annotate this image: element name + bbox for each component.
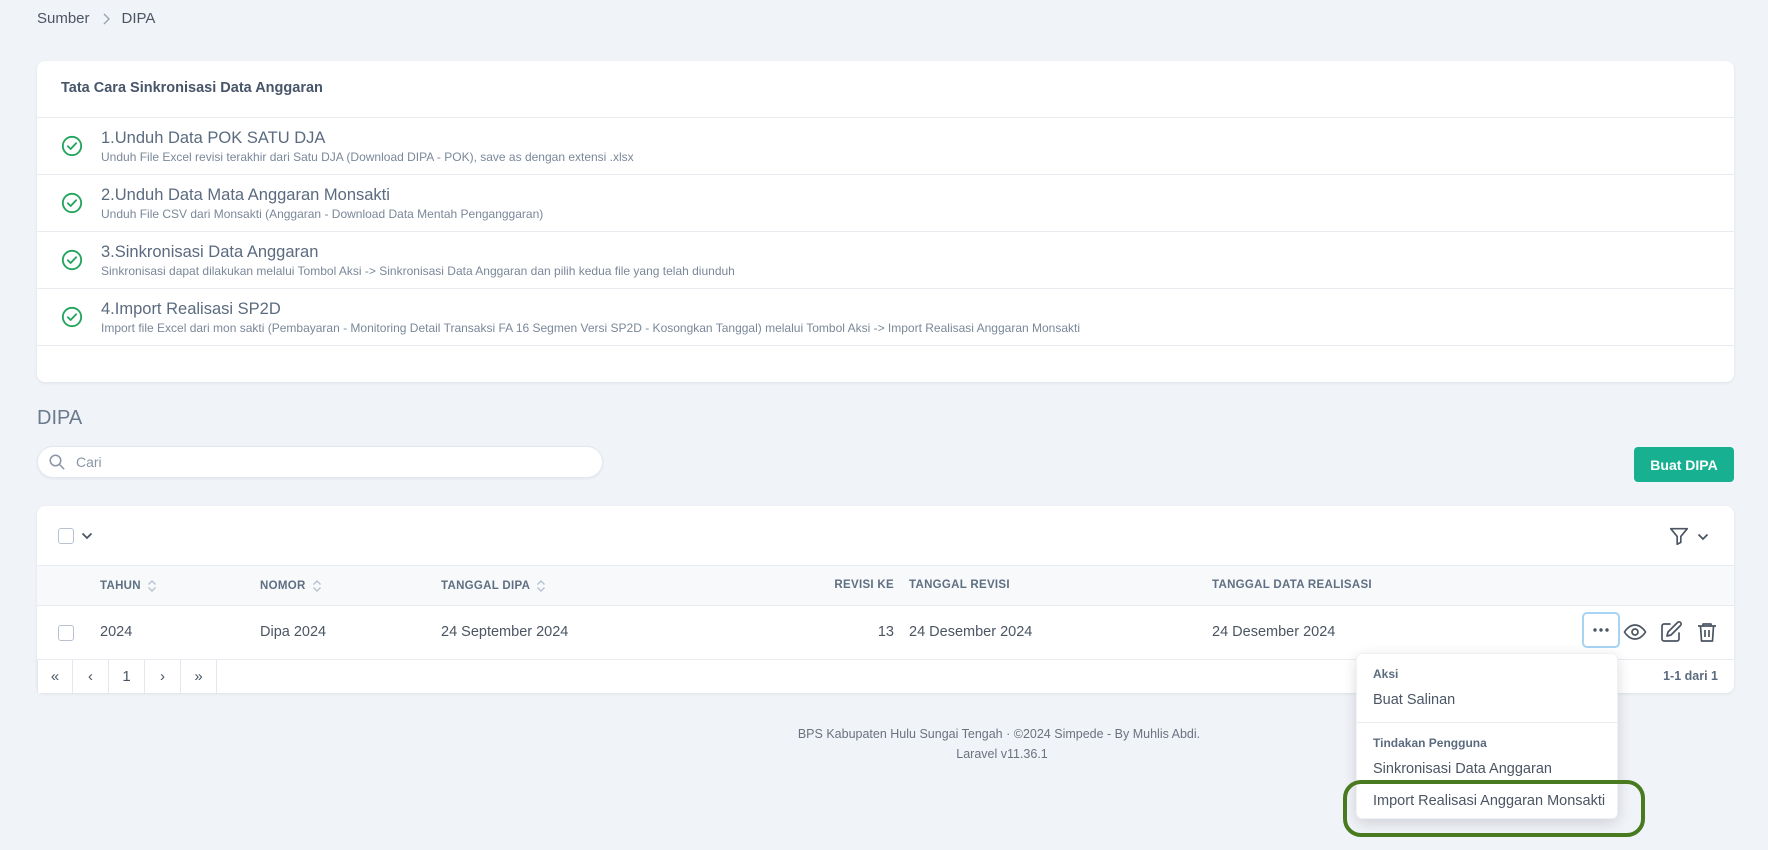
step-description: Unduh File Excel revisi terakhir dari Sa…	[101, 149, 634, 164]
step-item: 3.Sinkronisasi Data Anggaran Sinkronisas…	[37, 232, 1734, 289]
step-title: 4.Import Realisasi SP2D	[101, 299, 281, 318]
cell-tahun: 2024	[100, 624, 133, 640]
column-header-tanggal-data-realisasi: TANGGAL DATA REALISASI	[1212, 579, 1372, 591]
dropdown-heading-aksi: Aksi	[1373, 667, 1399, 681]
step-description: Import file Excel dari mon sakti (Pembay…	[101, 320, 1081, 335]
sort-icon	[147, 580, 156, 592]
check-circle-icon	[61, 306, 83, 328]
step-item: 1.Unduh Data POK SATU DJA Unduh File Exc…	[37, 118, 1734, 175]
pagination-prev[interactable]: ‹	[73, 660, 109, 693]
highlight-annotation	[1343, 780, 1645, 837]
column-header-label: NOMOR	[260, 580, 306, 592]
pagination-page-1[interactable]: 1	[109, 660, 145, 693]
filter-icon[interactable]	[1668, 525, 1690, 547]
pagination-next[interactable]: ›	[145, 660, 181, 693]
search-input[interactable]	[76, 454, 556, 470]
chevron-right-icon	[102, 13, 110, 25]
search-icon	[49, 454, 65, 470]
breadcrumb: Sumber DIPA	[37, 10, 155, 27]
step-title: 3.Sinkronisasi Data Anggaran	[101, 242, 319, 261]
create-dipa-button[interactable]: Buat DIPA	[1634, 447, 1734, 482]
step-title: 1.Unduh Data POK SATU DJA	[101, 128, 326, 147]
breadcrumb-item-dipa: DIPA	[121, 10, 156, 27]
check-circle-icon	[61, 135, 83, 157]
more-horizontal-icon	[1593, 628, 1609, 632]
edit-icon[interactable]	[1659, 620, 1683, 644]
chevron-down-icon[interactable]	[81, 531, 93, 541]
column-header-tanggal-dipa[interactable]: TANGGAL DIPA	[441, 579, 546, 593]
page-title: DIPA	[37, 407, 83, 429]
column-header-label: TANGGAL REVISI	[909, 579, 1010, 591]
step-item: 2.Unduh Data Mata Anggaran Monsakti Undu…	[37, 175, 1734, 232]
column-header-revisi-ke: REVISI KE	[794, 579, 894, 591]
column-header-label: TANGGAL DIPA	[441, 580, 531, 592]
column-header-label: REVISI KE	[834, 579, 894, 591]
sort-icon	[537, 580, 546, 592]
dropdown-heading-tindakan-pengguna: Tindakan Pengguna	[1373, 736, 1487, 750]
row-actions-button[interactable]	[1582, 612, 1620, 648]
table-row: 2024 Dipa 2024 24 September 2024 13 24 D…	[37, 606, 1734, 660]
column-header-label: TAHUN	[100, 580, 141, 592]
column-header-label: TANGGAL DATA REALISASI	[1212, 579, 1372, 591]
pagination-first[interactable]: «	[37, 660, 73, 693]
column-header-tanggal-revisi: TANGGAL REVISI	[909, 579, 1010, 591]
column-header-tahun[interactable]: TAHUN	[100, 579, 157, 593]
row-checkbox[interactable]	[58, 625, 74, 641]
cell-revisi-ke: 13	[877, 624, 894, 640]
sync-guide-title: Tata Cara Sinkronisasi Data Anggaran	[37, 61, 1734, 118]
search-box	[37, 446, 603, 478]
table-header: TAHUN NOMOR TANGGAL DIPA REVISI KE TANGG…	[37, 566, 1734, 606]
cell-tanggal-data-realisasi: 24 Desember 2024	[1212, 624, 1336, 640]
column-header-nomor[interactable]: NOMOR	[260, 579, 322, 593]
select-all-checkbox[interactable]	[58, 528, 74, 544]
step-title: 2.Unduh Data Mata Anggaran Monsakti	[101, 185, 390, 204]
step-description: Sinkronisasi dapat dilakukan melalui Tom…	[101, 263, 735, 278]
cell-nomor: Dipa 2024	[260, 624, 327, 640]
table-toolbar	[37, 506, 1734, 566]
check-circle-icon	[61, 192, 83, 214]
dropdown-divider	[1357, 722, 1617, 723]
pagination-info: 1-1 dari 1	[1663, 669, 1718, 683]
cell-tanggal-revisi: 24 Desember 2024	[909, 624, 1033, 640]
breadcrumb-item-sumber[interactable]: Sumber	[37, 10, 90, 27]
step-item: 4.Import Realisasi SP2D Import file Exce…	[37, 289, 1734, 346]
chevron-down-icon[interactable]	[1697, 532, 1709, 542]
eye-icon[interactable]	[1623, 620, 1647, 644]
step-description: Unduh File CSV dari Monsakti (Anggaran -…	[101, 206, 544, 221]
sync-guide-card: Tata Cara Sinkronisasi Data Anggaran 1.U…	[37, 61, 1734, 382]
menu-item-sinkronisasi-data-anggaran[interactable]: Sinkronisasi Data Anggaran	[1373, 761, 1552, 777]
check-circle-icon	[61, 249, 83, 271]
sort-icon	[312, 580, 321, 592]
cell-tanggal-dipa: 24 September 2024	[441, 624, 569, 640]
menu-item-buat-salinan[interactable]: Buat Salinan	[1373, 692, 1455, 708]
trash-icon[interactable]	[1695, 620, 1719, 644]
pagination-last[interactable]: »	[181, 660, 217, 693]
